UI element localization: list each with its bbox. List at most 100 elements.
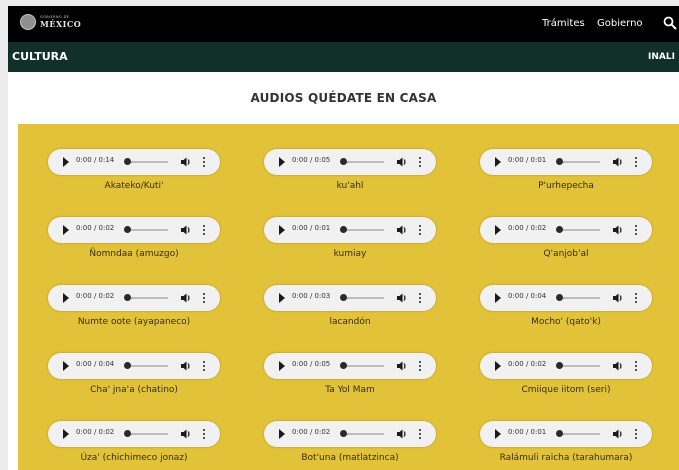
- play-icon[interactable]: [63, 429, 69, 439]
- play-icon[interactable]: [495, 429, 501, 439]
- volume-icon[interactable]: [180, 360, 192, 372]
- progress-thumb[interactable]: [124, 226, 131, 233]
- progress-thumb[interactable]: [124, 362, 131, 369]
- play-icon[interactable]: [63, 225, 69, 235]
- audio-player[interactable]: 0:00 / 0:02: [264, 421, 436, 447]
- volume-icon[interactable]: [612, 224, 624, 236]
- more-options-icon[interactable]: [419, 225, 422, 235]
- progress-thumb[interactable]: [340, 294, 347, 301]
- section-brand[interactable]: CULTURA: [12, 50, 68, 63]
- volume-icon[interactable]: [396, 224, 408, 236]
- volume-icon[interactable]: [180, 224, 192, 236]
- play-icon[interactable]: [495, 293, 501, 303]
- audio-player[interactable]: 0:00 / 0:01: [480, 149, 652, 175]
- more-options-icon[interactable]: [635, 293, 638, 303]
- audio-player[interactable]: 0:00 / 0:02: [48, 421, 220, 447]
- volume-icon[interactable]: [612, 156, 624, 168]
- play-icon[interactable]: [63, 293, 69, 303]
- more-options-icon[interactable]: [635, 429, 638, 439]
- audio-player[interactable]: 0:00 / 0:02: [48, 285, 220, 311]
- progress-track[interactable]: [342, 161, 384, 163]
- time-readout: 0:00 / 0:05: [292, 156, 331, 164]
- volume-icon[interactable]: [396, 428, 408, 440]
- play-icon[interactable]: [279, 293, 285, 303]
- progress-track[interactable]: [558, 161, 600, 163]
- volume-icon[interactable]: [396, 292, 408, 304]
- volume-icon[interactable]: [180, 292, 192, 304]
- volume-icon[interactable]: [612, 428, 624, 440]
- play-icon[interactable]: [495, 361, 501, 371]
- more-options-icon[interactable]: [203, 157, 206, 167]
- progress-thumb[interactable]: [556, 362, 563, 369]
- audio-item: 0:00 / 0:04 Mocho' (qato'k): [480, 285, 652, 335]
- play-icon[interactable]: [495, 157, 501, 167]
- progress-track[interactable]: [126, 433, 168, 435]
- progress-track[interactable]: [558, 433, 600, 435]
- play-icon[interactable]: [63, 157, 69, 167]
- play-icon[interactable]: [63, 361, 69, 371]
- progress-track[interactable]: [342, 433, 384, 435]
- audio-player[interactable]: 0:00 / 0:05: [264, 353, 436, 379]
- audio-player[interactable]: 0:00 / 0:14: [48, 149, 220, 175]
- progress-thumb[interactable]: [340, 226, 347, 233]
- audio-grid-panel: 0:00 / 0:14 Akateko/Kuti' 0:00 / 0:05 ku…: [18, 124, 679, 470]
- play-icon[interactable]: [279, 361, 285, 371]
- audio-item: 0:00 / 0:02 Numte oote (ayapaneco): [48, 285, 220, 335]
- progress-thumb[interactable]: [124, 430, 131, 437]
- progress-thumb[interactable]: [124, 158, 131, 165]
- progress-thumb[interactable]: [556, 294, 563, 301]
- volume-icon[interactable]: [612, 292, 624, 304]
- progress-track[interactable]: [342, 365, 384, 367]
- search-icon[interactable]: [663, 16, 677, 30]
- more-options-icon[interactable]: [419, 361, 422, 371]
- subnav-link-inali[interactable]: INALI: [648, 52, 675, 62]
- more-options-icon[interactable]: [203, 361, 206, 371]
- progress-track[interactable]: [126, 161, 168, 163]
- progress-thumb[interactable]: [340, 158, 347, 165]
- audio-player[interactable]: 0:00 / 0:01: [480, 421, 652, 447]
- audio-player[interactable]: 0:00 / 0:01: [264, 217, 436, 243]
- more-options-icon[interactable]: [203, 429, 206, 439]
- more-options-icon[interactable]: [419, 429, 422, 439]
- volume-icon[interactable]: [396, 156, 408, 168]
- more-options-icon[interactable]: [203, 225, 206, 235]
- audio-player[interactable]: 0:00 / 0:04: [48, 353, 220, 379]
- audio-player[interactable]: 0:00 / 0:04: [480, 285, 652, 311]
- audio-player[interactable]: 0:00 / 0:02: [480, 217, 652, 243]
- more-options-icon[interactable]: [419, 157, 422, 167]
- more-options-icon[interactable]: [203, 293, 206, 303]
- audio-player[interactable]: 0:00 / 0:02: [48, 217, 220, 243]
- progress-thumb[interactable]: [124, 294, 131, 301]
- progress-track[interactable]: [558, 229, 600, 231]
- more-options-icon[interactable]: [635, 225, 638, 235]
- play-icon[interactable]: [495, 225, 501, 235]
- nav-link-gobierno[interactable]: Gobierno: [597, 18, 643, 29]
- play-icon[interactable]: [279, 429, 285, 439]
- progress-track[interactable]: [558, 365, 600, 367]
- gobierno-de-mexico-logo[interactable]: GOBIERNO DE MÉXICO: [20, 14, 81, 30]
- progress-thumb[interactable]: [556, 226, 563, 233]
- play-icon[interactable]: [279, 157, 285, 167]
- progress-thumb[interactable]: [340, 430, 347, 437]
- progress-track[interactable]: [342, 297, 384, 299]
- more-options-icon[interactable]: [635, 157, 638, 167]
- volume-icon[interactable]: [396, 360, 408, 372]
- progress-track[interactable]: [126, 365, 168, 367]
- volume-icon[interactable]: [180, 428, 192, 440]
- progress-track[interactable]: [558, 297, 600, 299]
- more-options-icon[interactable]: [635, 361, 638, 371]
- audio-player[interactable]: 0:00 / 0:05: [264, 149, 436, 175]
- audio-player[interactable]: 0:00 / 0:02: [480, 353, 652, 379]
- volume-icon[interactable]: [612, 360, 624, 372]
- progress-thumb[interactable]: [556, 430, 563, 437]
- audio-player[interactable]: 0:00 / 0:03: [264, 285, 436, 311]
- volume-icon[interactable]: [180, 156, 192, 168]
- progress-thumb[interactable]: [556, 158, 563, 165]
- progress-track[interactable]: [342, 229, 384, 231]
- progress-track[interactable]: [126, 297, 168, 299]
- nav-link-tramites[interactable]: Trámites: [542, 18, 585, 29]
- more-options-icon[interactable]: [419, 293, 422, 303]
- play-icon[interactable]: [279, 225, 285, 235]
- progress-thumb[interactable]: [340, 362, 347, 369]
- progress-track[interactable]: [126, 229, 168, 231]
